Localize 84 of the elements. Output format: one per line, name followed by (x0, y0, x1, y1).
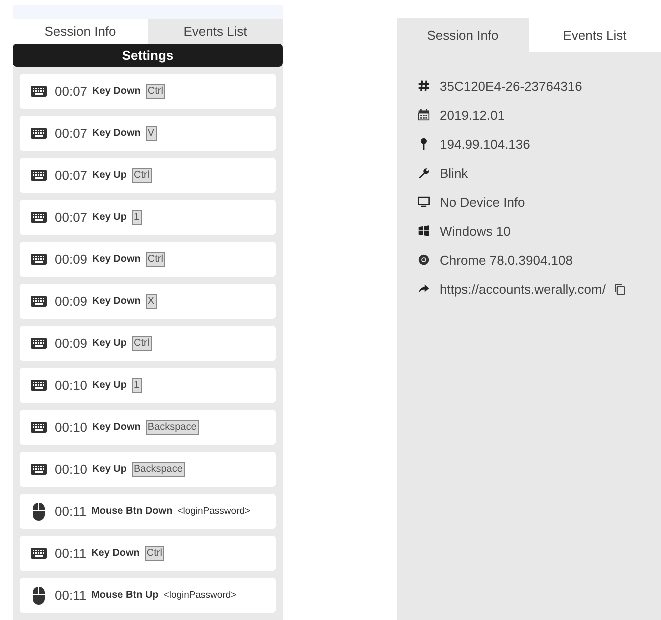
keyboard-icon (31, 548, 47, 559)
monitor-icon (418, 196, 430, 208)
key-label: X (146, 294, 157, 309)
event-time: 00:11 (55, 504, 87, 519)
event-action: Key Down (92, 86, 141, 97)
keyboard-icon (31, 86, 47, 97)
info-text: Blink (440, 166, 468, 180)
event-time: 00:11 (55, 588, 87, 603)
share-arrow-icon (418, 283, 430, 295)
key-label: 1 (132, 378, 142, 393)
event-target: <loginPassword> (178, 506, 251, 517)
key-label: 1 (132, 210, 142, 225)
key-label: Ctrl (146, 252, 166, 267)
windows-icon (418, 225, 430, 237)
keyboard-icon (31, 128, 47, 139)
event-action: Key Down (92, 548, 140, 559)
event-action: Key Up (92, 380, 127, 391)
event-row[interactable]: 00:09 Key Down Ctrl (20, 242, 276, 277)
event-action: Key Up (92, 170, 127, 181)
event-time: 00:09 (55, 252, 88, 267)
event-row[interactable]: 00:07 Key Down V (20, 116, 276, 151)
info-text: https://accounts.werally.com/ (440, 282, 606, 296)
event-time: 00:07 (55, 126, 88, 141)
event-time: 00:10 (55, 420, 88, 435)
pin-icon (418, 138, 430, 150)
event-time: 00:10 (55, 462, 88, 477)
copy-icon[interactable] (614, 282, 626, 296)
event-time: 00:07 (55, 210, 88, 225)
keyboard-icon (31, 338, 47, 349)
keyboard-icon (31, 254, 47, 265)
hash-icon (418, 80, 430, 92)
key-label: Ctrl (132, 336, 152, 351)
event-row[interactable]: 00:10 Key Up 1 (20, 368, 276, 403)
event-time: 00:09 (55, 294, 88, 309)
tab[interactable]: Events List (148, 18, 283, 44)
keyboard-icon (31, 296, 47, 307)
key-label: Backspace (146, 420, 199, 435)
event-action: Mouse Btn Down (92, 506, 173, 517)
info-text: Chrome 78.0.3904.108 (440, 252, 573, 268)
event-row[interactable]: 00:07 Key Down Ctrl (20, 74, 276, 109)
settings-bar[interactable]: Settings (13, 44, 283, 67)
keyboard-icon (31, 464, 47, 475)
event-time: 00:07 (55, 84, 88, 99)
key-label: Ctrl (132, 168, 152, 183)
calendar-icon (418, 109, 430, 121)
event-action: Key Up (92, 338, 127, 349)
event-time: 00:07 (55, 168, 88, 183)
key-label: Backspace (132, 462, 185, 477)
event-row[interactable]: 00:07 Key Up 1 (20, 200, 276, 235)
keyboard-icon (31, 212, 47, 223)
event-action: Key Down (92, 296, 141, 307)
info-text: No Device Info (440, 194, 526, 210)
key-label: V (146, 126, 157, 141)
event-row[interactable]: 00:09 Key Down X (20, 284, 276, 319)
keyboard-icon (31, 170, 47, 181)
key-label: Ctrl (146, 84, 166, 99)
wrench-icon (418, 167, 430, 179)
info-text: 35C120E4-26-23764316 (440, 78, 582, 94)
keyboard-icon (31, 422, 47, 433)
info-text: 2019.12.01 (440, 108, 506, 122)
event-row[interactable]: 00:11 Mouse Btn Up <loginPassword> (20, 578, 276, 613)
mouse-icon (33, 502, 45, 520)
event-action: Key Down (92, 422, 141, 433)
keyboard-icon (31, 380, 47, 391)
event-row[interactable]: 00:10 Key Down Backspace (20, 410, 276, 445)
event-row[interactable]: 00:07 Key Up Ctrl (20, 158, 276, 193)
event-row[interactable]: 00:10 Key Up Backspace (20, 452, 276, 487)
event-time: 00:09 (55, 336, 88, 351)
info-text: Windows 10 (440, 224, 511, 238)
event-action: Key Up (92, 464, 127, 475)
event-row[interactable]: 00:11 Mouse Btn Down <loginPassword> (20, 494, 276, 529)
mouse-icon (33, 586, 45, 604)
event-action: Key Up (92, 212, 127, 223)
event-row[interactable]: 00:09 Key Up Ctrl (20, 326, 276, 361)
event-target: <loginPassword> (164, 590, 237, 601)
key-label: Ctrl (144, 546, 164, 561)
event-time: 00:10 (55, 378, 88, 393)
event-action: Key Down (92, 254, 141, 265)
event-action: Mouse Btn Up (92, 590, 159, 601)
event-time: 00:11 (55, 546, 87, 561)
event-action: Key Down (92, 128, 141, 139)
event-row[interactable]: 00:11 Key Down Ctrl (20, 536, 276, 571)
tab[interactable]: Session Info (397, 18, 529, 52)
info-text: 194.99.104.136 (440, 136, 530, 152)
